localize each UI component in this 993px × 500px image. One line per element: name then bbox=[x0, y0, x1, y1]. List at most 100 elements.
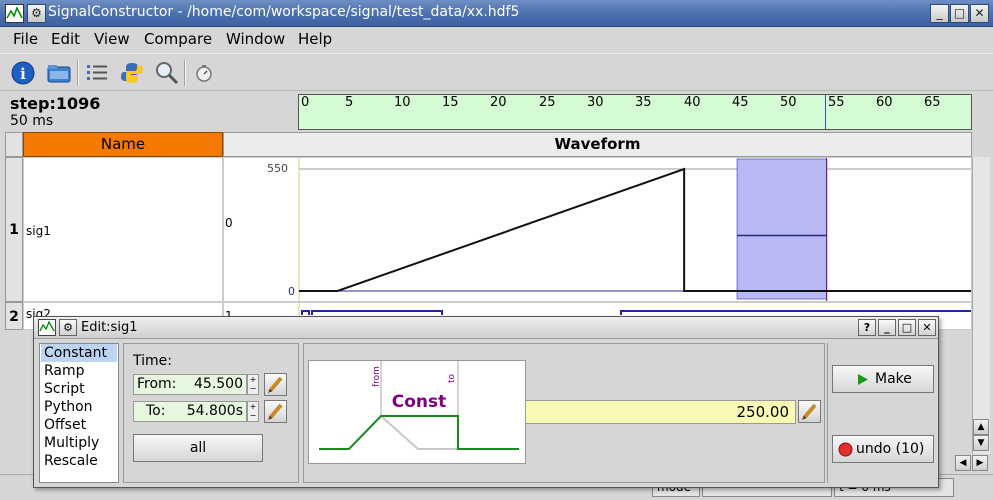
ruler-tick: 65 bbox=[924, 95, 941, 110]
play-icon bbox=[858, 374, 868, 385]
step-time: 50 ms bbox=[10, 113, 54, 129]
preview-const-label: Const bbox=[392, 392, 447, 412]
from-label: From: bbox=[137, 376, 177, 392]
selection-region bbox=[736, 158, 828, 300]
list-icon[interactable] bbox=[84, 60, 110, 86]
scroll-right-button[interactable]: ▶ bbox=[972, 455, 988, 471]
dialog-menu-icon[interactable]: ⚙ bbox=[59, 319, 77, 336]
preview-panel: from to Const 250.00 bbox=[303, 343, 825, 483]
time-label: Time: bbox=[133, 353, 172, 369]
vertical-scrollbar[interactable]: ▲ ▼ bbox=[972, 157, 990, 454]
row-number[interactable]: 1 bbox=[5, 157, 23, 302]
row-number[interactable]: 2 bbox=[5, 302, 23, 330]
type-item-script[interactable]: Script bbox=[41, 380, 117, 398]
from-field[interactable]: From: 45.500 bbox=[133, 374, 247, 395]
minimize-button[interactable]: _ bbox=[930, 4, 949, 23]
open-folder-icon[interactable] bbox=[46, 60, 72, 86]
dialog-title: Edit:sig1 bbox=[81, 320, 138, 335]
column-header-name[interactable]: Name bbox=[23, 132, 223, 157]
horizontal-scrollbar[interactable]: ◀ ▶ bbox=[940, 455, 990, 471]
series-line bbox=[299, 167, 971, 292]
menu-edit[interactable]: Edit bbox=[51, 30, 80, 48]
window-title-bar: ⚙ SignalConstructor - /home/com/workspac… bbox=[0, 0, 993, 27]
action-panel: Make undo (10) bbox=[827, 343, 937, 483]
type-item-offset[interactable]: Offset bbox=[41, 416, 117, 434]
maximize-button[interactable]: □ bbox=[950, 4, 969, 23]
type-item-rescale[interactable]: Rescale bbox=[41, 452, 117, 470]
undo-label: undo (10) bbox=[856, 441, 925, 457]
step-label: step:1096 bbox=[10, 94, 101, 113]
time-panel: Time: From: 45.500 + − To: 54.800s + − all bbox=[123, 343, 299, 483]
python-icon[interactable] bbox=[119, 60, 145, 86]
ruler-tick: 50 bbox=[780, 95, 797, 110]
ruler-tick: 45 bbox=[732, 95, 749, 110]
preview-from-label: from bbox=[372, 366, 382, 387]
to-value: 54.800s bbox=[186, 403, 243, 419]
waveform-cell[interactable]: 0 550 0 bbox=[223, 157, 972, 302]
column-header-waveform[interactable]: Waveform bbox=[223, 132, 972, 157]
menu-bar: File Edit View Compare Window Help bbox=[0, 28, 993, 52]
from-spinner[interactable]: + − bbox=[247, 374, 259, 395]
scroll-left-button[interactable]: ◀ bbox=[955, 455, 971, 471]
make-label: Make bbox=[875, 371, 912, 387]
scroll-up-button[interactable]: ▲ bbox=[973, 419, 989, 435]
const-preview: from to Const bbox=[308, 360, 526, 464]
from-value: 45.500 bbox=[194, 376, 243, 392]
close-button[interactable]: ✕ bbox=[970, 4, 989, 23]
type-item-multiply[interactable]: Multiply bbox=[41, 434, 117, 452]
info-icon[interactable]: i bbox=[10, 60, 36, 86]
type-item-constant[interactable]: Constant bbox=[41, 344, 117, 362]
all-button[interactable]: all bbox=[133, 434, 263, 462]
ruler-tick: 30 bbox=[587, 95, 604, 110]
dialog-maximize-button[interactable]: □ bbox=[898, 319, 916, 336]
undo-button[interactable]: undo (10) bbox=[832, 435, 934, 463]
scroll-down-button[interactable]: ▼ bbox=[973, 435, 989, 451]
time-ruler[interactable]: 0 5 10 15 20 25 30 35 40 45 50 55 60 65 bbox=[298, 94, 972, 130]
menu-view[interactable]: View bbox=[94, 30, 130, 48]
ruler-tick: 60 bbox=[876, 95, 893, 110]
to-label: To: bbox=[146, 403, 166, 419]
dialog-minimize-button[interactable]: _ bbox=[878, 319, 896, 336]
app-icon bbox=[5, 4, 24, 23]
make-button[interactable]: Make bbox=[832, 365, 934, 393]
dialog-close-button[interactable]: ✕ bbox=[918, 319, 936, 336]
waveform-plot[interactable] bbox=[224, 158, 972, 302]
ruler-tick: 5 bbox=[345, 95, 354, 110]
ruler-tick: 25 bbox=[539, 95, 556, 110]
ruler-tick: 35 bbox=[635, 95, 652, 110]
from-edit-icon[interactable] bbox=[264, 373, 287, 396]
menu-help[interactable]: Help bbox=[298, 30, 332, 48]
clock-icon[interactable] bbox=[191, 60, 217, 86]
menu-window[interactable]: Window bbox=[226, 30, 285, 48]
toolbar-separator bbox=[77, 60, 79, 86]
table-corner bbox=[5, 132, 23, 157]
edit-dialog[interactable]: ⚙ Edit:sig1 ? _ □ ✕ Constant Ramp Script… bbox=[33, 316, 939, 488]
svg-text:i: i bbox=[20, 65, 26, 83]
signal-name-cell[interactable]: sig1 bbox=[23, 157, 223, 302]
dialog-title-bar[interactable]: ⚙ Edit:sig1 ? _ □ ✕ bbox=[34, 317, 938, 339]
window-menu-icon[interactable]: ⚙ bbox=[27, 4, 46, 23]
preview-to-label: to bbox=[447, 373, 457, 383]
ruler-cursor bbox=[825, 95, 826, 129]
ruler-tick: 10 bbox=[394, 95, 411, 110]
to-edit-icon[interactable] bbox=[264, 400, 287, 423]
type-item-python[interactable]: Python bbox=[41, 398, 117, 416]
ruler-tick: 20 bbox=[490, 95, 507, 110]
dialog-app-icon bbox=[38, 319, 56, 336]
ruler-tick: 40 bbox=[684, 95, 701, 110]
dialog-help-button[interactable]: ? bbox=[858, 319, 876, 336]
menu-file[interactable]: File bbox=[13, 30, 38, 48]
window-title: SignalConstructor - /home/com/workspace/… bbox=[48, 4, 520, 20]
value-input[interactable]: 250.00 bbox=[525, 400, 796, 424]
value-edit-icon[interactable] bbox=[798, 400, 821, 423]
ruler-tick: 55 bbox=[828, 95, 845, 110]
ruler-tick: 0 bbox=[301, 95, 310, 110]
search-icon[interactable] bbox=[154, 60, 180, 86]
menu-compare[interactable]: Compare bbox=[144, 30, 212, 48]
stop-icon bbox=[838, 442, 853, 457]
ruler-tick: 15 bbox=[442, 95, 459, 110]
to-spinner[interactable]: + − bbox=[247, 401, 259, 422]
type-item-ramp[interactable]: Ramp bbox=[41, 362, 117, 380]
to-field[interactable]: To: 54.800s bbox=[133, 401, 247, 422]
edit-type-list[interactable]: Constant Ramp Script Python Offset Multi… bbox=[39, 343, 119, 483]
